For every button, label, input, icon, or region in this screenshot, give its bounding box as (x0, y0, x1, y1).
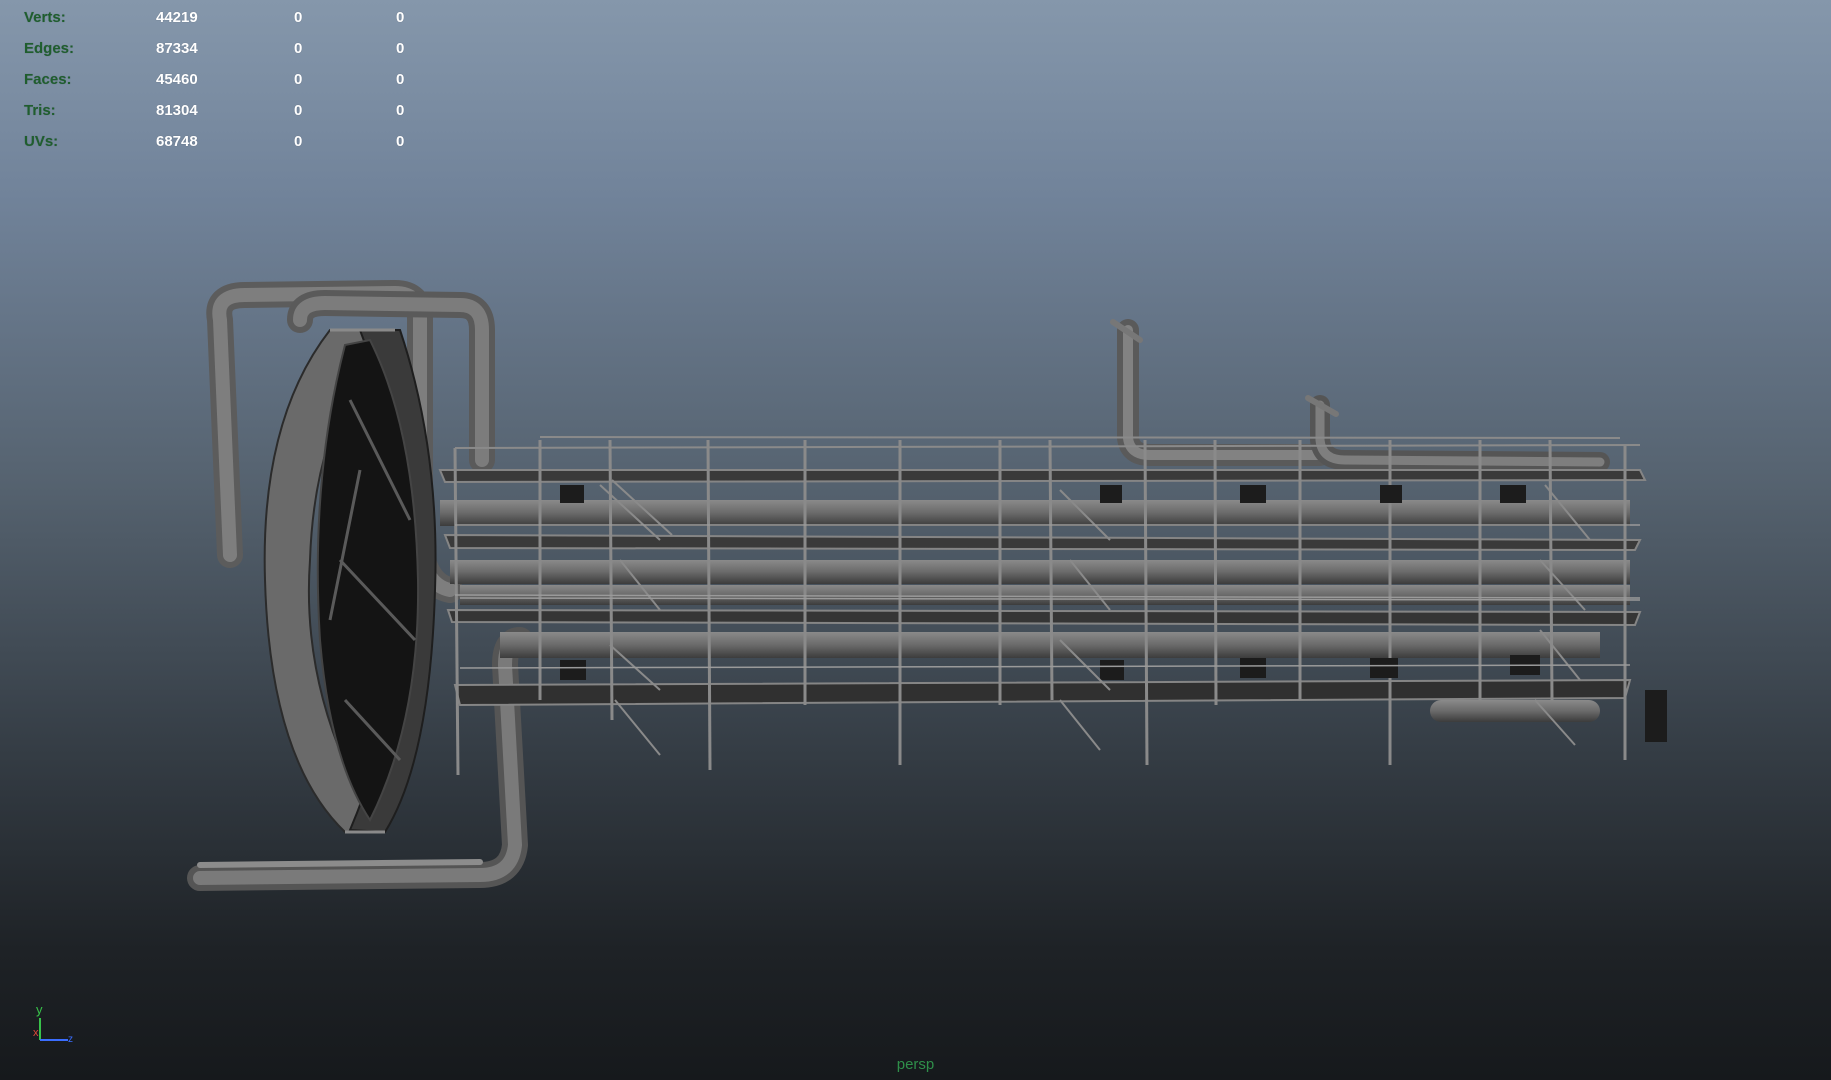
hud-row: Edges: 87334 0 0 (24, 33, 424, 64)
axis-gizmo-icon: y x z (33, 1002, 73, 1045)
hud-value: 0 (396, 40, 405, 57)
hud-value: 68748 (156, 133, 198, 150)
hud-label: Verts: (24, 9, 66, 26)
hud-value: 0 (294, 9, 303, 26)
hud-value: 0 (396, 133, 405, 150)
hud-row: Faces: 45460 0 0 (24, 64, 424, 95)
hud-value: 81304 (156, 102, 198, 119)
camera-label: persp (896, 1056, 935, 1073)
viewport-persp[interactable]: Verts: 44219 0 0 Edges: 87334 0 0 Faces: 45460 0 0 T… (0, 0, 1831, 1080)
hud-value: 0 (396, 102, 405, 119)
hud-value: 87334 (156, 40, 198, 57)
hud-label: UVs: (24, 133, 59, 150)
axis-y-label: y (36, 1002, 43, 1017)
hud-value: 44219 (156, 9, 198, 26)
axis-x-label: x (33, 1027, 39, 1039)
hud-row: Verts: 44219 0 0 (24, 2, 424, 33)
hud-label: Faces: (24, 71, 72, 88)
hud-row: UVs: 68748 0 0 (24, 126, 424, 157)
hud-value: 0 (294, 71, 303, 88)
pipe-rack-body (438, 436, 1667, 776)
model-pipe-rack[interactable] (0, 0, 1831, 1080)
hud-value: 0 (396, 71, 405, 88)
hud-value: 0 (294, 102, 303, 119)
hud-value: 45460 (156, 71, 198, 88)
wheel-structure (263, 328, 437, 834)
hud-value: 0 (396, 9, 405, 26)
exhaust-stacks (1110, 319, 1610, 472)
hud-label: Edges: (24, 40, 75, 57)
hud-value: 0 (294, 133, 303, 150)
axis-z-label: z (68, 1034, 73, 1045)
hud-label: Tris: (24, 102, 56, 119)
poly-count-hud: Verts: 44219 0 0 Edges: 87334 0 0 Faces: 45460 0 0 T… (24, 2, 424, 157)
hud-row: Tris: 81304 0 0 (24, 95, 424, 126)
hud-value: 0 (294, 40, 303, 57)
